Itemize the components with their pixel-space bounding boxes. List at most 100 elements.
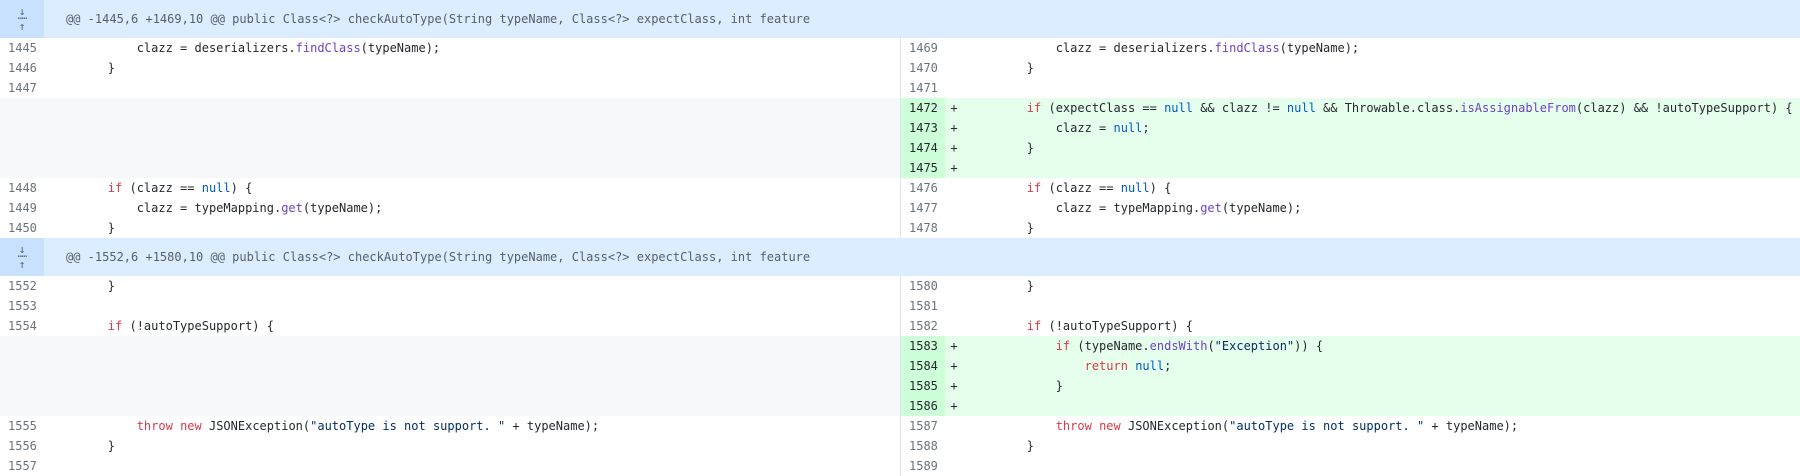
code-token: (!autoTypeSupport) { bbox=[1041, 319, 1193, 333]
right-code-cell: } bbox=[945, 436, 1800, 456]
diff-row: 1474 + } bbox=[0, 138, 1800, 158]
diff-row: 1450 } 1478 } bbox=[0, 218, 1800, 238]
right-line-number[interactable]: 1581 bbox=[901, 296, 945, 316]
left-code bbox=[44, 158, 900, 178]
right-side: 1474 + } bbox=[900, 138, 1800, 158]
code-token: if bbox=[1026, 181, 1042, 195]
right-line-number[interactable]: 1472 bbox=[901, 98, 945, 118]
left-line-number[interactable] bbox=[0, 158, 44, 178]
right-side: 1581 bbox=[900, 296, 1800, 316]
right-line-number[interactable]: 1471 bbox=[901, 78, 945, 98]
expand-lines-button[interactable]: ↓ ⋯⋯ ↑ bbox=[0, 0, 44, 38]
left-line-number[interactable] bbox=[0, 138, 44, 158]
left-line-number[interactable]: 1555 bbox=[0, 416, 44, 436]
left-line-number[interactable]: 1554 bbox=[0, 316, 44, 336]
left-side: 1450 } bbox=[0, 218, 900, 238]
added-marker bbox=[945, 78, 963, 98]
right-line-number[interactable]: 1584 bbox=[901, 356, 945, 376]
diff-row: 1445 clazz = deserializers.findClass(typ… bbox=[0, 38, 1800, 58]
added-marker bbox=[945, 456, 963, 476]
added-marker bbox=[945, 436, 963, 456]
right-code bbox=[963, 396, 1800, 416]
added-marker: + bbox=[950, 399, 958, 413]
code-token: ) { bbox=[230, 181, 253, 195]
code-token: if bbox=[1026, 319, 1042, 333]
right-line-number[interactable]: 1587 bbox=[901, 416, 945, 436]
right-line-number[interactable]: 1470 bbox=[901, 58, 945, 78]
right-line-number[interactable]: 1580 bbox=[901, 276, 945, 296]
left-side bbox=[0, 98, 900, 118]
diff-row: 1554 if (!autoTypeSupport) {1582 if (!au… bbox=[0, 316, 1800, 336]
left-code-cell bbox=[44, 356, 900, 376]
code-token: } bbox=[969, 279, 1035, 293]
right-code-cell: + clazz = null; bbox=[945, 118, 1800, 138]
right-line-number[interactable]: 1588 bbox=[901, 436, 945, 456]
left-line-number[interactable]: 1447 bbox=[0, 78, 44, 98]
right-code-cell: + bbox=[945, 396, 1800, 416]
right-line-number[interactable]: 1477 bbox=[901, 198, 945, 218]
expand-lines-button[interactable]: ↓ ⋯⋯ ↑ bbox=[0, 238, 44, 276]
code-token: null bbox=[1113, 121, 1143, 135]
right-line-number[interactable]: 1474 bbox=[901, 138, 945, 158]
left-line-number[interactable]: 1449 bbox=[0, 198, 44, 218]
left-code: } bbox=[44, 436, 900, 456]
left-code-cell: clazz = deserializers.findClass(typeName… bbox=[44, 38, 900, 58]
left-side: 1557 bbox=[0, 456, 900, 476]
code-token: (clazz == bbox=[1041, 181, 1121, 195]
right-code: } bbox=[963, 218, 1800, 238]
left-code-cell bbox=[44, 396, 900, 416]
right-line-number[interactable]: 1589 bbox=[901, 456, 945, 476]
left-code: } bbox=[44, 58, 900, 78]
right-code-cell: + } bbox=[945, 376, 1800, 396]
right-code-cell: + bbox=[945, 158, 1800, 178]
code-token: findClass bbox=[295, 41, 361, 55]
code-token: } bbox=[969, 141, 1035, 155]
right-line-number[interactable]: 1469 bbox=[901, 38, 945, 58]
code-token: (clazz) && !autoTypeSupport) { bbox=[1575, 101, 1793, 115]
right-line-number[interactable]: 1476 bbox=[901, 178, 945, 198]
diff-row: 1446 } 1470 } bbox=[0, 58, 1800, 78]
right-side: 1584 + return null; bbox=[900, 356, 1800, 376]
code-token: (!autoTypeSupport) { bbox=[122, 319, 274, 333]
left-line-number[interactable] bbox=[0, 336, 44, 356]
left-code-cell: throw new JSONException("autoType is not… bbox=[44, 416, 900, 436]
left-code bbox=[44, 296, 900, 316]
right-line-number[interactable]: 1478 bbox=[901, 218, 945, 238]
right-side: 1588 } bbox=[900, 436, 1800, 456]
left-line-number[interactable]: 1445 bbox=[0, 38, 44, 58]
right-line-number[interactable]: 1475 bbox=[901, 158, 945, 178]
left-line-number[interactable]: 1450 bbox=[0, 218, 44, 238]
left-side bbox=[0, 138, 900, 158]
left-line-number[interactable] bbox=[0, 356, 44, 376]
left-line-number[interactable]: 1557 bbox=[0, 456, 44, 476]
code-token: && clazz != bbox=[1192, 101, 1287, 115]
left-code-cell bbox=[44, 456, 900, 476]
right-line-number[interactable]: 1473 bbox=[901, 118, 945, 138]
left-line-number[interactable]: 1552 bbox=[0, 276, 44, 296]
code-token: + typeName); bbox=[505, 419, 600, 433]
left-line-number[interactable]: 1446 bbox=[0, 58, 44, 78]
right-code-cell: if (!autoTypeSupport) { bbox=[945, 316, 1800, 336]
code-token: if bbox=[107, 319, 123, 333]
added-marker bbox=[945, 276, 963, 296]
left-line-number[interactable]: 1448 bbox=[0, 178, 44, 198]
right-line-number[interactable]: 1585 bbox=[901, 376, 945, 396]
left-line-number[interactable] bbox=[0, 118, 44, 138]
diff-row: 1447 1471 bbox=[0, 78, 1800, 98]
diff-row: 1552 } 1580 } bbox=[0, 276, 1800, 296]
left-line-number[interactable]: 1556 bbox=[0, 436, 44, 456]
right-line-number[interactable]: 1583 bbox=[901, 336, 945, 356]
right-code bbox=[963, 158, 1800, 178]
right-side: 1586 + bbox=[900, 396, 1800, 416]
right-line-number[interactable]: 1582 bbox=[901, 316, 945, 336]
diff-row: 1583 + if (typeName.endsWith("Exception")… bbox=[0, 336, 1800, 356]
left-line-number[interactable] bbox=[0, 98, 44, 118]
left-code bbox=[44, 138, 900, 158]
code-token: ; bbox=[1142, 121, 1150, 135]
right-line-number[interactable]: 1586 bbox=[901, 396, 945, 416]
left-side bbox=[0, 118, 900, 138]
left-line-number[interactable] bbox=[0, 396, 44, 416]
code-token: findClass bbox=[1214, 41, 1280, 55]
left-line-number[interactable] bbox=[0, 376, 44, 396]
left-line-number[interactable]: 1553 bbox=[0, 296, 44, 316]
